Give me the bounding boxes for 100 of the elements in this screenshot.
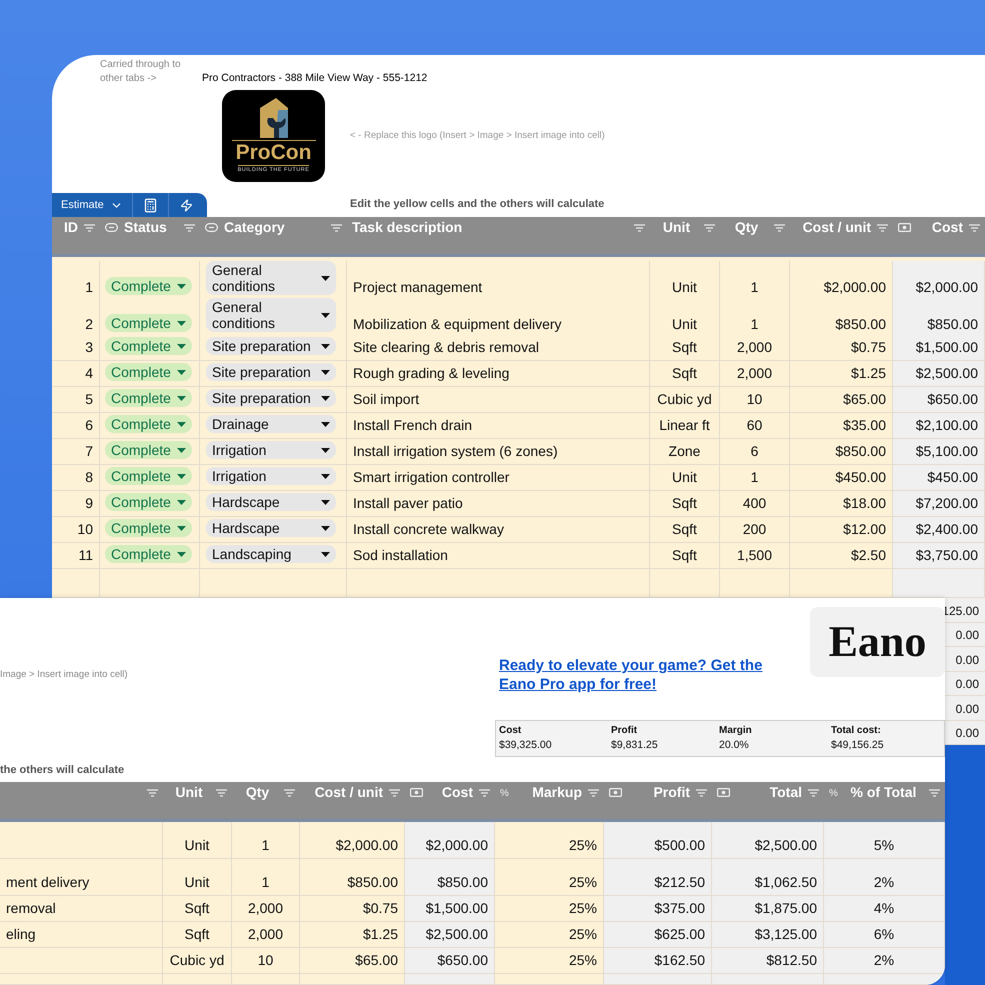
column-header[interactable]: Unit bbox=[662, 219, 690, 235]
filter-icon[interactable] bbox=[808, 789, 819, 797]
column-header[interactable]: Unit bbox=[175, 784, 203, 800]
column-header[interactable]: Qty bbox=[734, 219, 758, 235]
status-dropdown[interactable]: Complete bbox=[105, 441, 192, 459]
category-dropdown[interactable]: Site preparation bbox=[206, 337, 336, 355]
table-cell: $0.75 bbox=[300, 896, 405, 922]
filter-icon[interactable] bbox=[774, 224, 785, 232]
caret-icon[interactable] bbox=[321, 500, 330, 504]
caret-icon[interactable] bbox=[321, 370, 330, 374]
table-cell: 4% bbox=[824, 896, 945, 922]
status-dropdown[interactable]: Complete bbox=[105, 415, 192, 433]
caret-icon[interactable] bbox=[321, 448, 330, 452]
filter-icon[interactable] bbox=[696, 789, 707, 797]
column-header[interactable]: Category bbox=[224, 219, 285, 235]
caret-icon[interactable] bbox=[321, 396, 330, 400]
table-cell: 8 bbox=[52, 465, 100, 491]
status-dropdown[interactable]: Complete bbox=[105, 493, 192, 511]
table-cell: $850.00 bbox=[790, 439, 893, 465]
percent-glyph: % bbox=[829, 787, 838, 801]
caret-icon[interactable] bbox=[321, 552, 330, 556]
category-dropdown[interactable]: Hardscape bbox=[206, 519, 336, 537]
table-cell: 2 bbox=[52, 298, 100, 338]
filter-icon[interactable] bbox=[331, 224, 342, 232]
category-dropdown[interactable]: Site preparation bbox=[206, 363, 336, 381]
calculator-icon[interactable] bbox=[142, 198, 158, 212]
column-header[interactable]: Total bbox=[770, 784, 802, 800]
filter-icon[interactable] bbox=[389, 789, 400, 797]
table-cell: 3 bbox=[52, 335, 100, 361]
table-cell: $2,100.00 bbox=[893, 413, 985, 439]
category-dropdown[interactable]: Drainage bbox=[206, 415, 336, 433]
column-header[interactable]: % of Total bbox=[850, 784, 916, 800]
status-dropdown[interactable]: Complete bbox=[105, 519, 192, 537]
caret-icon[interactable] bbox=[321, 312, 330, 318]
logo-hint: < - Replace this logo (Insert > Image > Insert image into cell) bbox=[350, 128, 605, 143]
filter-icon[interactable] bbox=[704, 224, 715, 232]
category-dropdown[interactable]: General conditions bbox=[206, 298, 336, 332]
table-cell: $2,500.00 bbox=[712, 822, 824, 859]
column-header[interactable]: Task description bbox=[352, 219, 462, 235]
status-dropdown[interactable]: Complete bbox=[105, 337, 192, 355]
table-cell: Mobilization & equipment delivery bbox=[347, 298, 650, 338]
table-cell: Soil import bbox=[347, 387, 650, 413]
column-header[interactable]: Profit bbox=[653, 784, 690, 800]
money-icon bbox=[410, 788, 423, 797]
table-cell: 2% bbox=[824, 859, 945, 896]
table-cell: 25% bbox=[495, 896, 604, 922]
table-cell: 1 bbox=[52, 261, 100, 301]
category-dropdown[interactable]: Hardscape bbox=[206, 493, 336, 511]
column-header[interactable]: Cost bbox=[932, 219, 963, 235]
filter-icon[interactable] bbox=[216, 789, 227, 797]
table-cell: $2.50 bbox=[790, 543, 893, 569]
table-cell: Install paver patio bbox=[347, 491, 650, 517]
table-cell: $0.75 bbox=[790, 335, 893, 361]
category-dropdown[interactable]: Landscaping bbox=[206, 545, 336, 563]
column-header[interactable]: Cost / unit bbox=[314, 784, 383, 800]
dropdown-chip-icon bbox=[205, 223, 218, 232]
column-header[interactable]: Qty bbox=[246, 784, 270, 800]
caret-icon[interactable] bbox=[321, 474, 330, 478]
summary-value: $49,156.25 bbox=[831, 738, 885, 754]
caret-icon[interactable] bbox=[321, 344, 330, 348]
filter-icon[interactable] bbox=[479, 789, 490, 797]
column-header[interactable]: Cost / unit bbox=[802, 219, 871, 235]
lightning-icon[interactable] bbox=[180, 198, 193, 212]
filter-icon[interactable] bbox=[284, 789, 295, 797]
column-header[interactable]: ID bbox=[64, 219, 78, 235]
filter-icon[interactable] bbox=[877, 224, 888, 232]
column-header[interactable]: Markup bbox=[532, 784, 582, 800]
status-dropdown[interactable]: Complete bbox=[105, 467, 192, 485]
column-header[interactable]: Cost bbox=[442, 784, 473, 800]
filter-icon[interactable] bbox=[588, 789, 599, 797]
caret-icon[interactable] bbox=[321, 526, 330, 530]
filter-icon[interactable] bbox=[184, 224, 195, 232]
caret-icon[interactable] bbox=[321, 422, 330, 426]
column-header[interactable]: Status bbox=[124, 219, 167, 235]
summary-label: Profit bbox=[611, 724, 638, 738]
filter-icon[interactable] bbox=[84, 224, 95, 232]
table-cell: 25% bbox=[495, 922, 604, 948]
category-dropdown[interactable]: Site preparation bbox=[206, 389, 336, 407]
category-dropdown[interactable]: Irrigation bbox=[206, 467, 336, 485]
table-cell: $850.00 bbox=[790, 298, 893, 338]
table-cell: 400 bbox=[720, 491, 790, 517]
table-cell: 1 bbox=[720, 298, 790, 338]
table-cell: $2,000.00 bbox=[790, 261, 893, 301]
status-dropdown[interactable]: Complete bbox=[105, 389, 192, 407]
table-cell: Unit bbox=[163, 859, 232, 896]
status-dropdown[interactable]: Complete bbox=[105, 314, 192, 332]
table-cell: Sqft bbox=[650, 517, 720, 543]
filter-icon[interactable] bbox=[634, 224, 645, 232]
caret-icon[interactable] bbox=[321, 276, 330, 280]
filter-icon[interactable] bbox=[929, 789, 940, 797]
status-dropdown[interactable]: Complete bbox=[105, 363, 192, 381]
category-dropdown[interactable]: Irrigation bbox=[206, 441, 336, 459]
table-cell: eling bbox=[0, 922, 163, 948]
promo-link[interactable]: Ready to elevate your game? Get the Eano Pro app for free! bbox=[499, 656, 784, 694]
table-cell: Zone bbox=[650, 439, 720, 465]
filter-icon[interactable] bbox=[147, 789, 158, 797]
status-dropdown[interactable]: Complete bbox=[105, 545, 192, 563]
filter-icon[interactable] bbox=[969, 224, 980, 232]
status-dropdown[interactable]: Complete bbox=[105, 277, 192, 295]
category-dropdown[interactable]: General conditions bbox=[206, 261, 336, 295]
